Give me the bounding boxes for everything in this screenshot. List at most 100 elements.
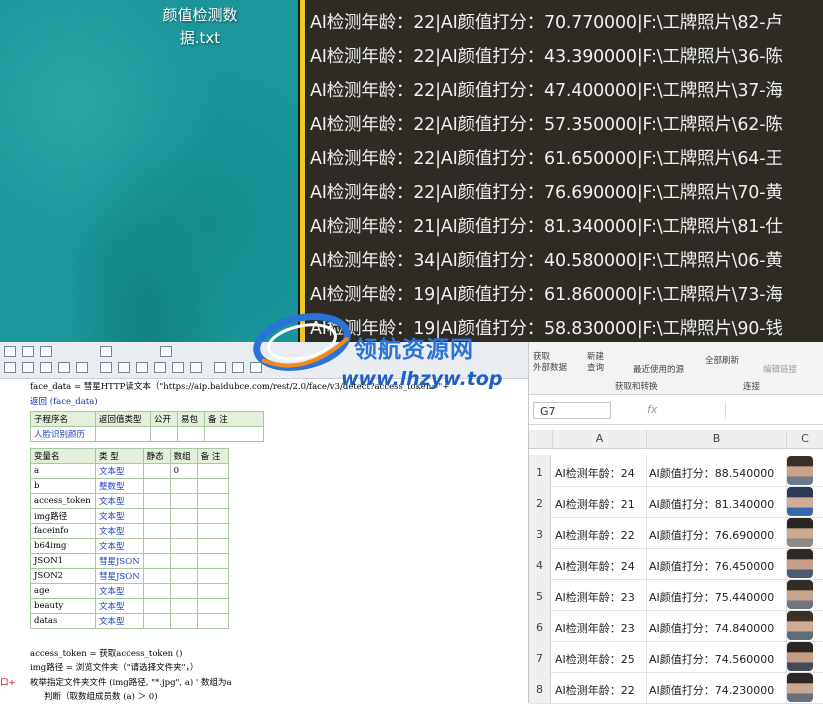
cell-age[interactable]: AI检测年龄：24: [553, 455, 647, 486]
cell-score[interactable]: AI颜值打分：74.840000: [647, 610, 787, 641]
toolbar-icon[interactable]: [190, 362, 202, 373]
code-line-if[interactable]: 判断（取数组成员数 (a) ＞ 0): [44, 690, 158, 702]
toolbar-icon[interactable]: [160, 346, 172, 357]
cell-score[interactable]: AI颜值打分：74.230000: [647, 672, 787, 703]
var-note[interactable]: [196, 508, 229, 524]
var-note[interactable]: [196, 598, 229, 614]
var-name[interactable]: a: [30, 463, 96, 479]
column-header-b[interactable]: B: [647, 430, 787, 448]
toolbar-icon[interactable]: [118, 362, 130, 373]
var-static[interactable]: [142, 493, 171, 509]
photo-thumbnail[interactable]: [787, 611, 813, 640]
var-array[interactable]: [169, 553, 198, 569]
toolbar-icon[interactable]: [58, 362, 70, 373]
row-number[interactable]: 8: [529, 672, 551, 703]
photo-thumbnail[interactable]: [787, 673, 813, 702]
toolbar-icon[interactable]: [40, 346, 52, 357]
var-name[interactable]: b: [30, 478, 96, 494]
var-static[interactable]: [142, 583, 171, 599]
toolbar-icon[interactable]: [4, 362, 16, 373]
cell-score[interactable]: AI颜值打分：81.340000: [647, 486, 787, 517]
row-number[interactable]: 6: [529, 610, 551, 641]
var-name[interactable]: b64img: [30, 538, 96, 554]
var-note[interactable]: [196, 538, 229, 554]
photo-thumbnail[interactable]: [787, 642, 813, 671]
sub-cell[interactable]: [204, 426, 264, 442]
row-number[interactable]: 3: [529, 517, 551, 548]
code-line-enum-files[interactable]: 枚举指定文件夹文件 (img路径, "*.jpg", a) ' 数组为a: [30, 676, 232, 688]
row-number[interactable]: 1: [529, 455, 551, 486]
toolbar-icon[interactable]: [232, 362, 244, 373]
var-name[interactable]: access_token: [30, 493, 96, 509]
row-number[interactable]: 5: [529, 579, 551, 610]
row-number[interactable]: 4: [529, 548, 551, 579]
var-note[interactable]: [196, 553, 229, 569]
var-note[interactable]: [196, 493, 229, 509]
column-header-c[interactable]: C: [787, 430, 823, 448]
photo-thumbnail[interactable]: [787, 456, 813, 485]
var-array[interactable]: [169, 538, 198, 554]
var-static[interactable]: [142, 538, 171, 554]
var-array[interactable]: [169, 493, 198, 509]
var-type[interactable]: 文本型: [95, 508, 144, 524]
var-type[interactable]: 彗星JSON: [95, 553, 144, 569]
edit-links-button[interactable]: 编辑链接: [763, 363, 797, 375]
cell-age[interactable]: AI检测年龄：23: [553, 610, 647, 641]
var-static[interactable]: [142, 598, 171, 614]
fx-icon[interactable]: fx: [647, 403, 657, 416]
cell-age[interactable]: AI检测年龄：23: [553, 579, 647, 610]
cell-score[interactable]: AI颜值打分：88.540000: [647, 455, 787, 486]
column-header-a[interactable]: A: [553, 430, 647, 448]
formula-input[interactable]: [725, 402, 822, 419]
cell-age[interactable]: AI检测年龄：24: [553, 548, 647, 579]
cell-score[interactable]: AI颜值打分：74.560000: [647, 641, 787, 672]
var-static[interactable]: [142, 508, 171, 524]
var-type[interactable]: 彗星JSON: [95, 568, 144, 584]
sub-cell[interactable]: [95, 426, 151, 442]
var-type[interactable]: 文本型: [95, 583, 144, 599]
recent-sources-button[interactable]: 最近使用的源: [633, 363, 684, 375]
photo-thumbnail[interactable]: [787, 549, 813, 578]
photo-thumbnail[interactable]: [787, 580, 813, 609]
var-static[interactable]: [142, 553, 171, 569]
toolbar-icon[interactable]: [136, 362, 148, 373]
toolbar-icon[interactable]: [22, 362, 34, 373]
toolbar-icon[interactable]: [154, 362, 166, 373]
var-array[interactable]: [169, 583, 198, 599]
var-type[interactable]: 文本型: [95, 493, 144, 509]
cell-age[interactable]: AI检测年龄：22: [553, 672, 647, 703]
desktop-file-icon-label[interactable]: 颜值检测数据.txt: [150, 4, 250, 50]
toolbar-icon[interactable]: [22, 346, 34, 357]
sub-cell[interactable]: [177, 426, 205, 442]
var-name[interactable]: faceinfo: [30, 523, 96, 539]
cell-score[interactable]: AI颜值打分：76.450000: [647, 548, 787, 579]
var-static[interactable]: [142, 523, 171, 539]
var-name[interactable]: JSON1: [30, 553, 96, 569]
sub-cell[interactable]: [150, 426, 178, 442]
var-type[interactable]: 文本型: [95, 463, 144, 479]
var-type[interactable]: 文本型: [95, 598, 144, 614]
var-note[interactable]: [196, 463, 229, 479]
name-box[interactable]: G7: [533, 402, 611, 419]
row-number[interactable]: 7: [529, 641, 551, 672]
gutter-expand-icon[interactable]: 口+: [0, 676, 16, 688]
var-name[interactable]: beauty: [30, 598, 96, 614]
var-name[interactable]: JSON2: [30, 568, 96, 584]
row-number[interactable]: 2: [529, 486, 551, 517]
var-name[interactable]: age: [30, 583, 96, 599]
refresh-all-button[interactable]: 全部刷新: [705, 354, 739, 366]
cell-age[interactable]: AI检测年龄：22: [553, 517, 647, 548]
toolbar-icon[interactable]: [214, 362, 226, 373]
var-note[interactable]: [196, 478, 229, 494]
photo-thumbnail[interactable]: [787, 518, 813, 547]
cell-age[interactable]: AI检测年龄：25: [553, 641, 647, 672]
toolbar-icon[interactable]: [40, 362, 52, 373]
new-query-button[interactable]: 新建 查询: [587, 352, 604, 374]
var-array[interactable]: [169, 478, 198, 494]
var-static[interactable]: [142, 613, 171, 629]
toolbar-icon[interactable]: [4, 346, 16, 357]
cell-score[interactable]: AI颜值打分：75.440000: [647, 579, 787, 610]
get-external-data-button[interactable]: 获取 外部数据: [533, 352, 567, 374]
var-static[interactable]: [142, 568, 171, 584]
var-name[interactable]: img路径: [30, 508, 96, 524]
